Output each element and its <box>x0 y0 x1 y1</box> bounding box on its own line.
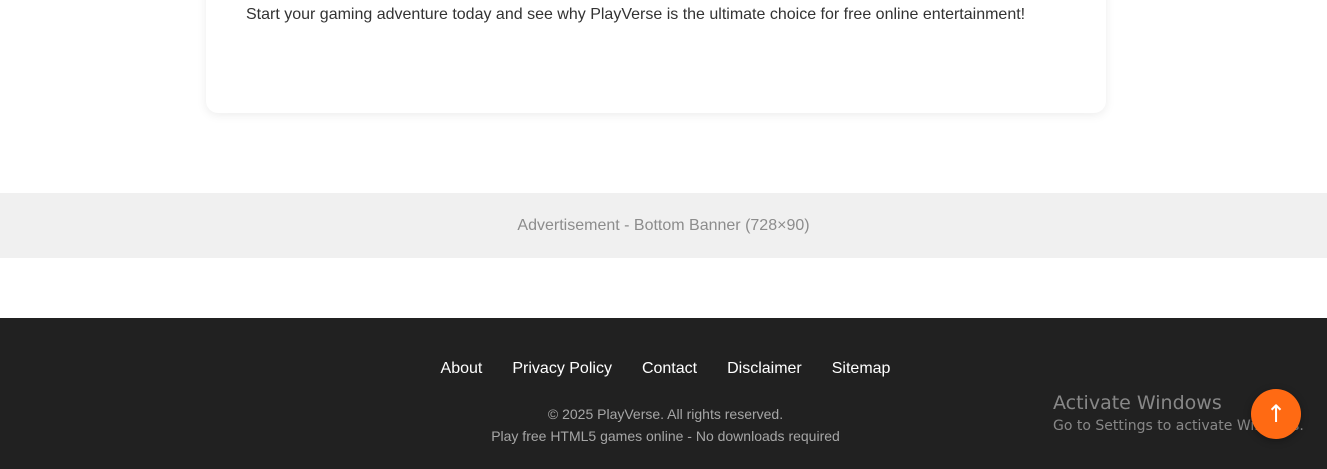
arrow-up-icon: ↑ <box>1265 400 1287 428</box>
ad-banner[interactable]: Advertisement - Bottom Banner (728×90) <box>0 193 1327 258</box>
footer-link-contact[interactable]: Contact <box>642 360 697 378</box>
content-card: Start your gaming adventure today and se… <box>206 0 1106 113</box>
footer-link-privacy-policy[interactable]: Privacy Policy <box>512 360 612 378</box>
footer-nav: About Privacy Policy Contact Disclaimer … <box>0 360 1327 378</box>
content-paragraph: Start your gaming adventure today and se… <box>246 6 1026 23</box>
page: Start your gaming adventure today and se… <box>0 0 1327 469</box>
scroll-to-top-button[interactable]: ↑ <box>1251 389 1301 439</box>
ad-banner-label: Advertisement - Bottom Banner (728×90) <box>517 216 810 234</box>
footer-link-about[interactable]: About <box>441 360 483 378</box>
footer-link-disclaimer[interactable]: Disclaimer <box>727 360 802 378</box>
footer-link-sitemap[interactable]: Sitemap <box>832 360 891 378</box>
